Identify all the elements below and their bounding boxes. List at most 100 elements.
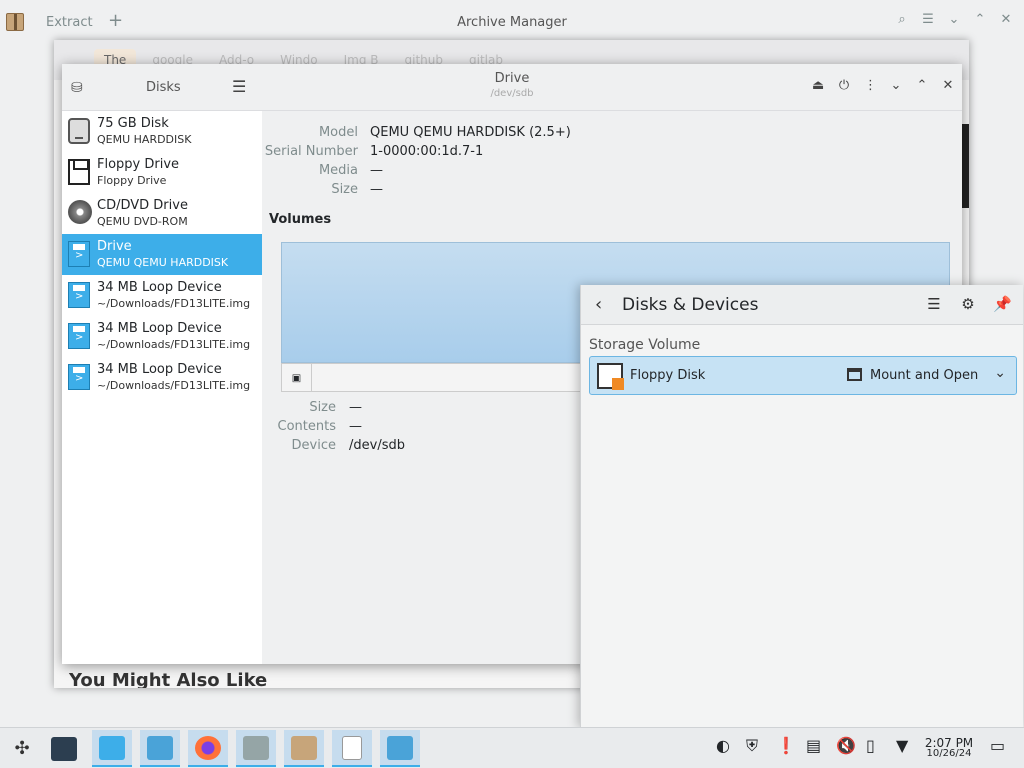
- system-settings-icon: [51, 736, 77, 761]
- clock-date: 10/26/24: [926, 748, 972, 759]
- drive-subtitle: ~/Downloads/FD13LITE.img: [97, 379, 251, 392]
- network-icon[interactable]: ◐: [716, 736, 730, 755]
- hamburger-menu-icon[interactable]: ☰: [925, 295, 943, 313]
- hamburger-menu-icon[interactable]: ☰: [232, 77, 246, 96]
- volume-label: Size: [309, 400, 336, 415]
- drive-subtitle: QEMU HARDDISK: [97, 133, 192, 146]
- drive-name: 75 GB Disk: [97, 116, 169, 131]
- minimize-icon[interactable]: ⌄: [890, 78, 902, 93]
- hamburger-menu-icon[interactable]: ☰: [920, 12, 936, 27]
- task-button[interactable]: [44, 730, 84, 767]
- maximize-icon[interactable]: ⌃: [972, 12, 988, 27]
- drive-name: 34 MB Loop Device: [97, 321, 222, 336]
- usb-drive-icon: [68, 364, 90, 390]
- volume-action-button[interactable]: ▣: [282, 364, 312, 392]
- disks-window-title: Drive: [494, 71, 530, 86]
- cdrom-icon: [68, 200, 92, 224]
- drive-item-selected[interactable]: Drive QEMU QEMU HARDDISK: [62, 234, 262, 275]
- usb-drive-icon: [68, 323, 90, 349]
- volume-value: —: [349, 400, 362, 415]
- task-button-files-2[interactable]: [380, 730, 420, 767]
- info-label: Serial Number: [264, 144, 358, 159]
- floppy-icon: [68, 159, 90, 185]
- firefox-icon: [195, 735, 221, 760]
- drive-item[interactable]: CD/DVD Drive QEMU DVD-ROM: [62, 193, 262, 234]
- drive-name: Floppy Drive: [97, 157, 180, 172]
- storage-volume-heading: Storage Volume: [589, 337, 701, 353]
- more-options-icon[interactable]: ⋮: [864, 78, 877, 93]
- archive-title: Archive Manager: [457, 15, 567, 30]
- volumes-heading: Volumes: [269, 212, 332, 227]
- task-button-archive[interactable]: [284, 730, 324, 767]
- volume-value: /dev/sdb: [349, 438, 405, 453]
- volume-label: Device: [291, 438, 336, 453]
- drive-item[interactable]: Floppy Drive Floppy Drive: [62, 152, 262, 193]
- info-value: —: [370, 182, 383, 197]
- mount-and-open-button[interactable]: Mount and Open: [870, 368, 978, 383]
- drive-name: Drive: [97, 239, 132, 254]
- task-button-firefox[interactable]: [188, 730, 228, 767]
- eject-icon[interactable]: ⏏: [812, 78, 824, 93]
- disks-sidebar-header: ⛁ Disks ☰: [62, 64, 262, 111]
- notification-icon[interactable]: ❗: [776, 736, 796, 755]
- drive-item[interactable]: 34 MB Loop Device ~/Downloads/FD13LITE.i…: [62, 275, 262, 316]
- wrench-icon: [243, 735, 269, 760]
- maximize-icon[interactable]: ⌃: [916, 78, 928, 93]
- device-name: Floppy Disk: [630, 368, 706, 383]
- drive-subtitle: QEMU DVD-ROM: [97, 215, 188, 228]
- usb-drive-icon: [68, 241, 90, 267]
- disks-app-icon: ⛁: [71, 80, 83, 96]
- app-launcher-button[interactable]: ✣: [2, 730, 42, 767]
- minimize-icon[interactable]: ⌄: [946, 12, 962, 27]
- folder-icon: [847, 368, 862, 381]
- drive-list: 75 GB Disk QEMU HARDDISK Floppy Drive Fl…: [62, 111, 262, 664]
- disks-sidebar-title: Disks: [146, 80, 181, 95]
- chevron-down-icon[interactable]: ⌄: [994, 365, 1006, 381]
- taskbar: ✣ ◐ ⛨ ❗ ▤ 🔇 ▯ ▼ 2:07 PM 10/26/24 ▭: [0, 727, 1024, 768]
- info-label: Media: [318, 163, 358, 178]
- harddisk-icon: [68, 118, 90, 144]
- clock[interactable]: 2:07 PM 10/26/24: [920, 737, 978, 759]
- launcher-icon: ✣: [14, 738, 30, 759]
- power-icon[interactable]: ⏻: [838, 78, 850, 93]
- info-value: 1-0000:00:1d.7-1: [370, 144, 484, 159]
- close-icon[interactable]: ✕: [998, 12, 1014, 27]
- document-icon: [342, 735, 362, 760]
- info-value: —: [370, 163, 383, 178]
- show-desktop-icon[interactable]: ▭: [990, 736, 1005, 755]
- back-arrow-icon[interactable]: ‹: [595, 294, 602, 315]
- disks-header: ⛁ Disks ☰ Drive /dev/sdb ⏏ ⏻ ⋮ ⌄ ⌃ ✕: [62, 64, 962, 111]
- drive-subtitle: ~/Downloads/FD13LITE.img: [97, 297, 251, 310]
- info-label: Model: [318, 125, 358, 140]
- task-button-files[interactable]: [140, 730, 180, 767]
- clipboard-icon[interactable]: ▤: [806, 736, 821, 755]
- archive-icon: [291, 735, 317, 760]
- page-heading: You Might Also Like: [69, 670, 268, 688]
- search-icon[interactable]: ⌕: [894, 12, 910, 27]
- usb-drive-icon: [68, 282, 90, 308]
- shield-icon[interactable]: ⛨: [746, 736, 758, 756]
- drive-item[interactable]: 34 MB Loop Device ~/Downloads/FD13LITE.i…: [62, 357, 262, 398]
- folder-icon: [387, 735, 413, 760]
- device-item-floppy[interactable]: Floppy Disk Mount and Open ⌄: [589, 356, 1017, 395]
- drive-subtitle: ~/Downloads/FD13LITE.img: [97, 338, 251, 351]
- pin-icon[interactable]: 📌: [993, 295, 1012, 313]
- task-button-tools[interactable]: [236, 730, 276, 767]
- folder-icon: [147, 735, 173, 760]
- drive-item[interactable]: 75 GB Disk QEMU HARDDISK: [62, 111, 262, 152]
- disks-window-subtitle: /dev/sdb: [490, 88, 534, 99]
- drive-name: 34 MB Loop Device: [97, 280, 222, 295]
- drive-name: CD/DVD Drive: [97, 198, 188, 213]
- configure-icon[interactable]: ⚙: [959, 295, 977, 313]
- disks-actions: ⏏ ⏻ ⋮ ⌄ ⌃ ✕: [812, 78, 954, 93]
- chevron-down-icon[interactable]: ▼: [896, 736, 908, 755]
- drive-subtitle: Floppy Drive: [97, 174, 167, 187]
- close-icon[interactable]: ✕: [942, 78, 954, 93]
- page-dark-band: [961, 124, 969, 208]
- drive-item[interactable]: 34 MB Loop Device ~/Downloads/FD13LITE.i…: [62, 316, 262, 357]
- task-button-disks[interactable]: [92, 730, 132, 767]
- volume-muted-icon[interactable]: 🔇: [836, 736, 856, 755]
- usb-drive-icon: [99, 735, 125, 760]
- usb-device-icon[interactable]: ▯: [866, 736, 875, 755]
- task-button-text-editor[interactable]: [332, 730, 372, 767]
